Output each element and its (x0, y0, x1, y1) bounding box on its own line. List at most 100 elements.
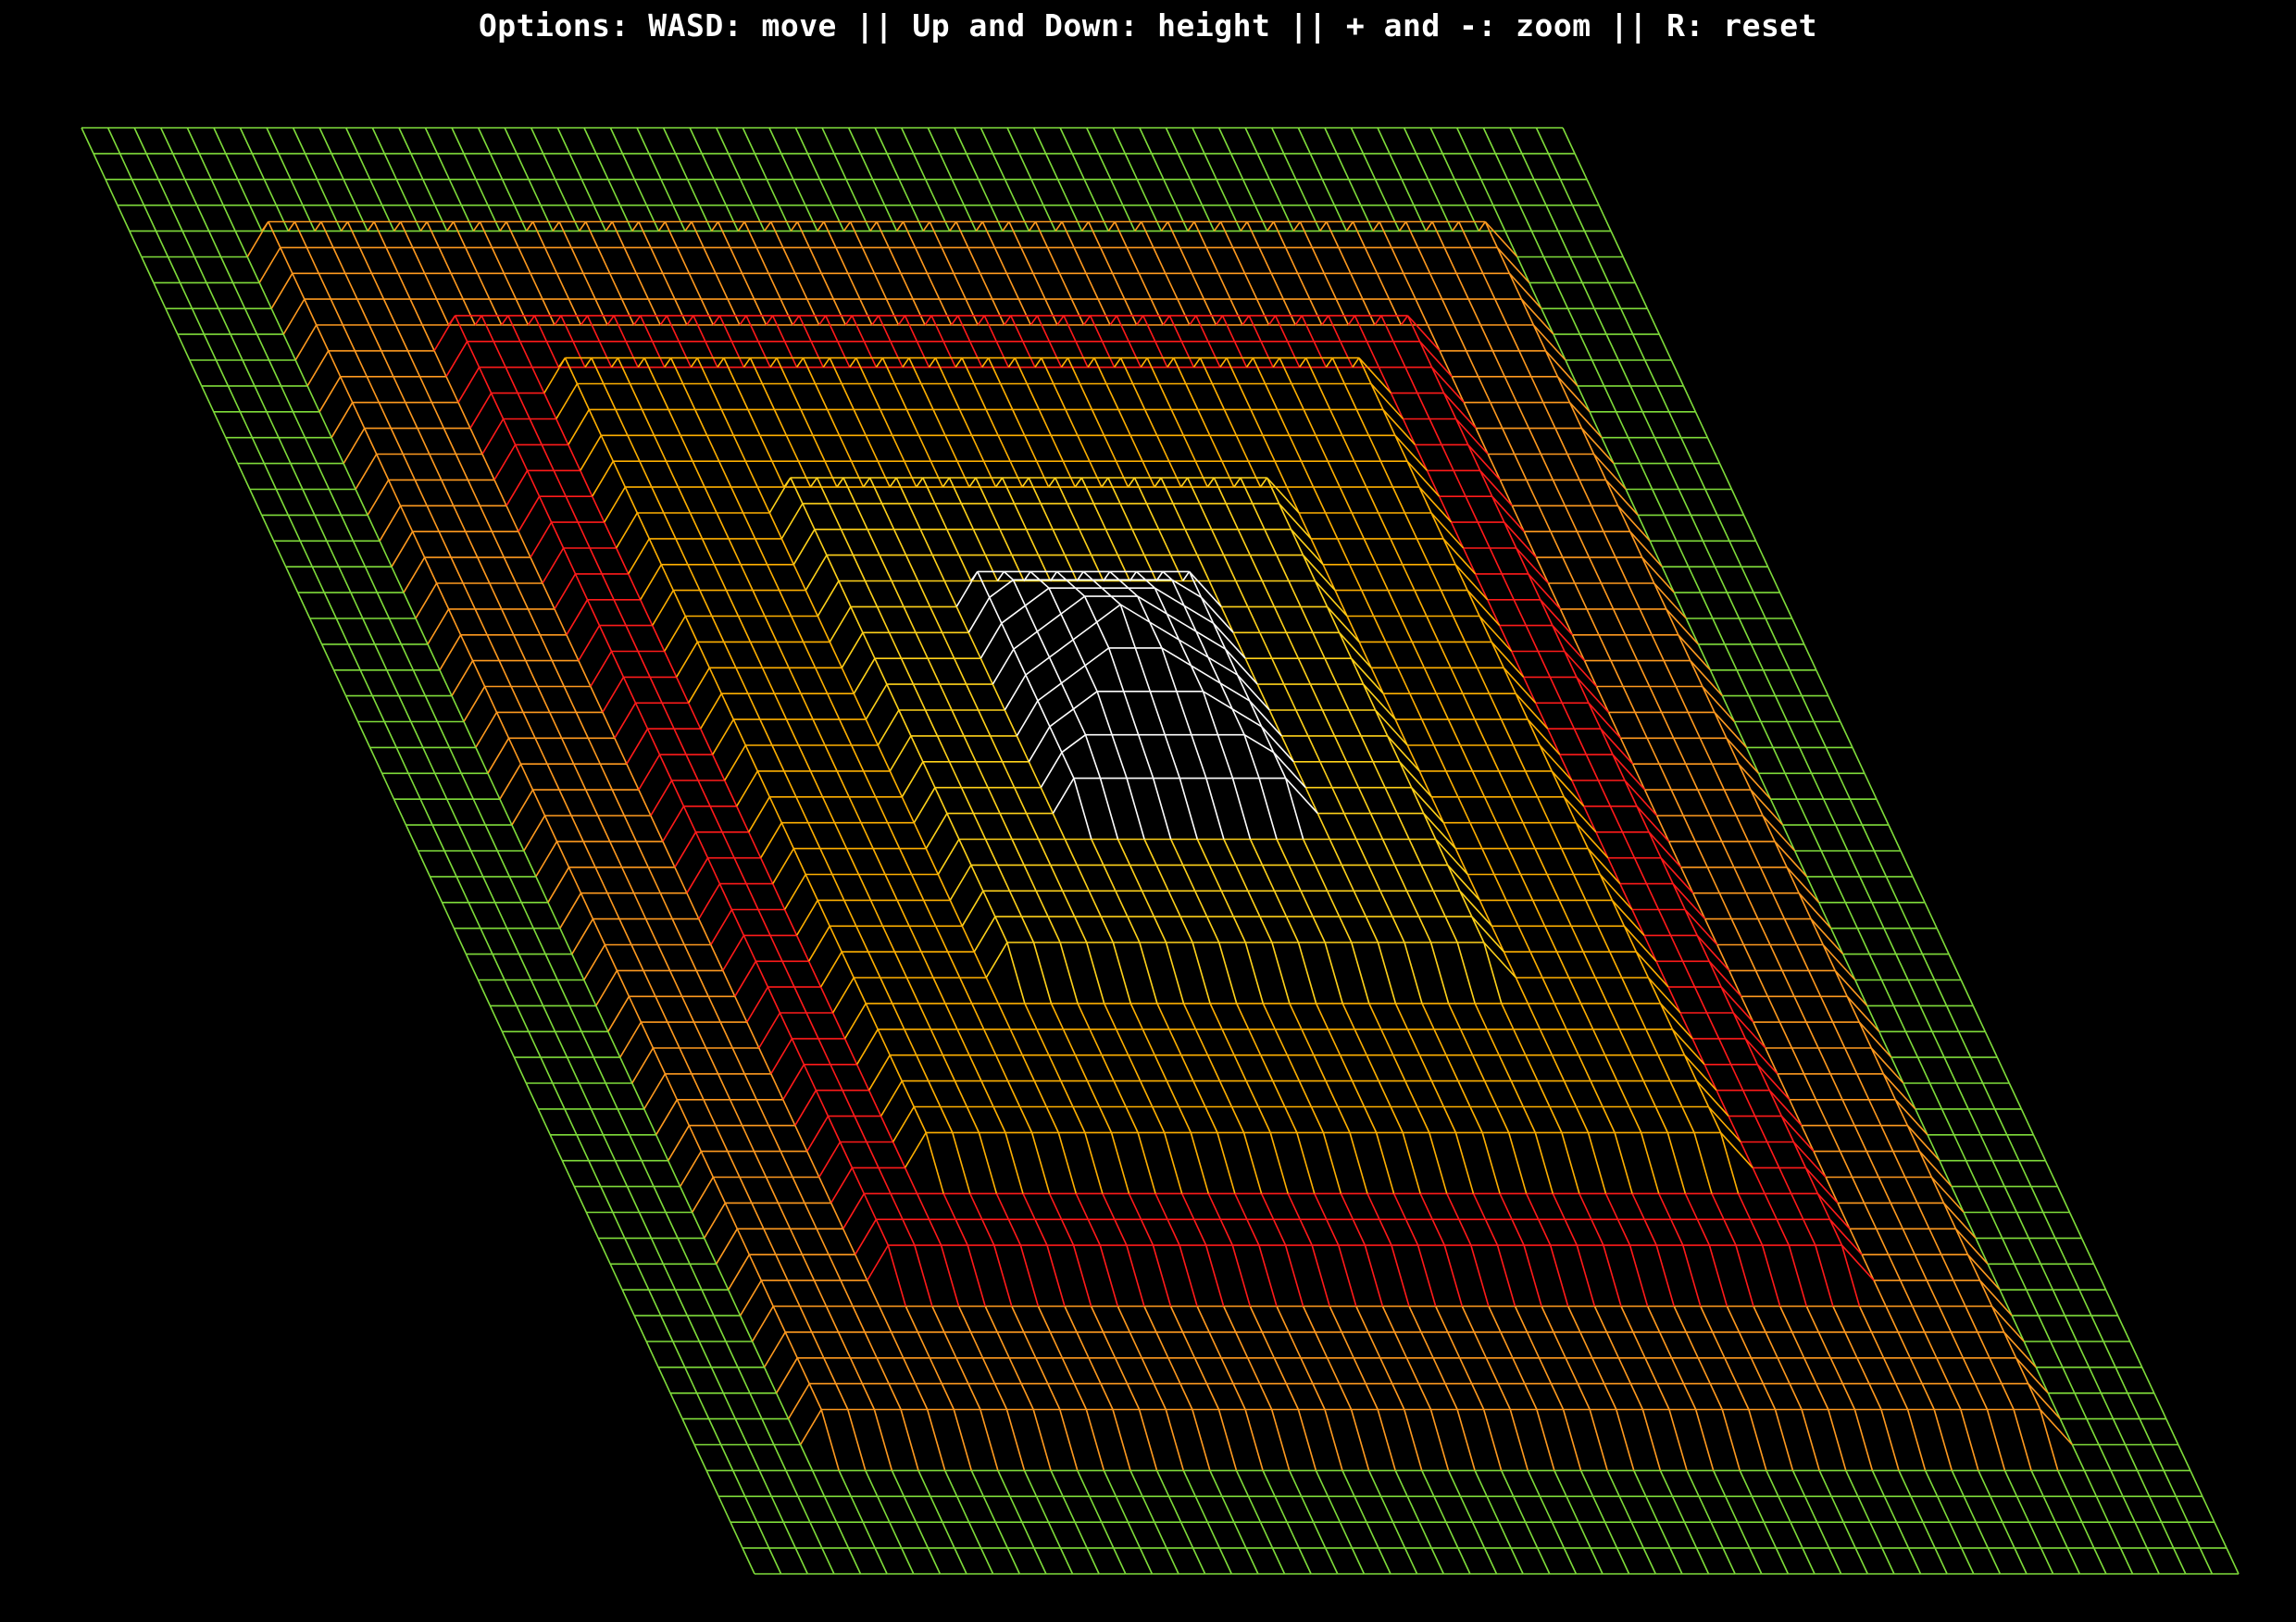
mesh-edge-outer-rim (751, 1305, 774, 1342)
mesh-edge-outer-rim (2001, 1238, 2015, 1265)
mesh-edge-steep-wall (769, 357, 778, 368)
mesh-edge-steep-wall (1152, 1244, 1172, 1307)
mesh-edge-upper-terrace (1381, 1305, 1396, 1333)
mesh-edge-outer-rim (1953, 1134, 1967, 1162)
mesh-edge-steep-wall (1142, 315, 1156, 343)
mesh-edge-upper-terrace (849, 1357, 864, 1384)
mesh-edge-outer-rim (1856, 928, 1871, 954)
mesh-edge-outer-rim (731, 1470, 746, 1497)
mesh-edge-steep-wall (1379, 1218, 1392, 1246)
game-viewport[interactable]: Options: WASD: move || Up and Down: heig… (0, 0, 2296, 1622)
mesh-edge-upper-terrace (385, 247, 399, 274)
mesh-edge-outer-rim (2146, 1547, 2160, 1575)
mesh-edge-outer-rim (294, 324, 318, 361)
mesh-edge-upper-terrace (1778, 1021, 1793, 1049)
mesh-edge-upper-terrace (1568, 402, 1583, 429)
mesh-edge-outer-rim (1103, 1470, 1117, 1497)
mesh-edge-middle-terrace (1404, 512, 1418, 540)
mesh-edge-upper-terrace (1123, 298, 1138, 326)
mesh-edge-outer-rim (237, 179, 251, 206)
mesh-edge-outer-rim (1341, 1470, 1355, 1497)
mesh-edge-outer-rim (400, 643, 415, 671)
mesh-edge-upper-terrace (1035, 1357, 1049, 1384)
mesh-edge-middle-terrace (1527, 718, 1541, 746)
mesh-edge-outer-rim (323, 592, 338, 619)
mesh-edge-middle-terrace (689, 512, 704, 540)
mesh-edge-outer-rim (718, 1495, 731, 1523)
mesh-edge-upper-terrace (1087, 221, 1102, 248)
mesh-edge-outer-rim (381, 205, 395, 231)
mesh-edge-outer-rim (1967, 1108, 1981, 1136)
mesh-edge-upper-terrace (1526, 1331, 1541, 1359)
mesh-edge-middle-terrace (600, 434, 615, 462)
mesh-edge-outer-rim (1721, 695, 1736, 722)
mesh-edge-middle-terrace (809, 770, 824, 798)
mesh-edge-outer-rim (746, 1444, 761, 1471)
mesh-edge-steep-wall (1696, 935, 1710, 962)
mesh-edge-upper-terrace (1393, 1331, 1408, 1359)
mesh-edge-outer-rim (1204, 153, 1217, 181)
mesh-edge-steep-wall (1716, 1090, 1729, 1117)
mesh-edge-upper-terrace (818, 1177, 832, 1204)
mesh-edge-upper-terrace (1660, 712, 1675, 739)
mesh-edge-upper-terrace (1126, 1383, 1141, 1410)
mesh-edge-upper-terrace (1566, 454, 1580, 480)
mesh-edge-steep-wall (1528, 573, 1541, 601)
mesh-edge-outer-rim (1763, 1521, 1778, 1549)
mesh-edge-outer-rim (256, 333, 270, 361)
mesh-edge-outer-rim (1452, 221, 1460, 232)
mesh-edge-middle-terrace (1291, 383, 1304, 410)
mesh-edge-outer-rim (609, 127, 624, 155)
mesh-edge-outer-rim (1903, 1082, 1916, 1110)
mesh-edge-upper-terrace (1542, 402, 1556, 429)
mesh-edge-middle-terrace (1659, 1003, 1674, 1030)
mesh-edge-middle-terrace (1454, 1132, 1475, 1194)
mesh-edge-steep-wall (613, 315, 627, 343)
mesh-edge-upper-terrace (688, 1125, 703, 1152)
mesh-edge-outer-rim (213, 127, 227, 155)
mesh-edge-upper-terrace (748, 1254, 763, 1281)
mesh-edge-upper-terrace (1777, 1357, 1791, 1384)
mesh-edge-upper-terrace (1753, 1021, 1766, 1049)
mesh-edge-steep-wall (541, 444, 555, 471)
mesh-edge-upper-terrace (1851, 1177, 1866, 1204)
mesh-edge-upper-terrace (650, 780, 673, 817)
mesh-edge-upper-terrace (1694, 1409, 1715, 1471)
mesh-edge-outer-rim (930, 1495, 943, 1523)
mesh-edge-outer-rim (439, 634, 462, 671)
mesh-edge-outer-rim (1726, 592, 1741, 619)
mesh-edge-steep-wall (1364, 1244, 1384, 1307)
mesh-edge-outer-rim (2190, 1470, 2203, 1497)
mesh-edge-steep-wall (1430, 367, 1445, 393)
mesh-edge-middle-terrace (1053, 383, 1067, 410)
mesh-edge-upper-terrace (1595, 686, 1610, 713)
mesh-edge-upper-terrace (917, 1331, 931, 1359)
mesh-edge-outer-rim (1028, 221, 1037, 232)
mesh-edge-middle-terrace (675, 538, 689, 566)
mesh-edge-upper-terrace (1011, 1305, 1025, 1333)
mesh-edge-upper-terrace (342, 324, 356, 352)
mesh-edge-outer-rim (549, 1134, 564, 1162)
mesh-edge-middle-terrace (615, 409, 629, 436)
mesh-edge-steep-wall (1099, 1244, 1119, 1307)
mesh-edge-outer-rim (564, 1108, 578, 1136)
mesh-edge-middle-terrace (639, 460, 653, 488)
mesh-edge-steep-wall (557, 357, 567, 368)
mesh-edge-outer-rim (954, 127, 967, 155)
mesh-edge-upper-terrace (1574, 582, 1588, 610)
mesh-edge-outer-rim (489, 153, 504, 181)
mesh-edge-upper-terrace (1714, 712, 1728, 739)
mesh-edge-upper-terrace (1619, 737, 1634, 765)
mesh-edge-upper-terrace (647, 298, 662, 326)
mesh-edge-outer-rim (2054, 1521, 2068, 1549)
mesh-edge-outer-rim (284, 566, 299, 593)
mesh-edge-upper-terrace (1376, 272, 1391, 300)
mesh-edge-upper-terrace (558, 789, 572, 817)
mesh-edge-upper-terrace (1352, 221, 1366, 248)
mesh-edge-outer-rim (453, 928, 468, 954)
mesh-edge-outer-rim (1960, 1547, 1975, 1575)
mesh-edge-upper-terrace (717, 1073, 731, 1101)
mesh-edge-upper-terrace (566, 599, 589, 636)
mesh-edge-outer-rim (460, 205, 475, 231)
mesh-edge-middle-terrace (1560, 848, 1575, 875)
